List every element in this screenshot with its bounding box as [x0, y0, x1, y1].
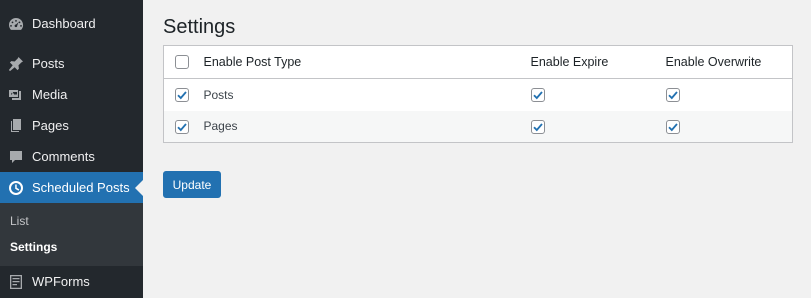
select-all-cell	[164, 46, 204, 79]
submenu-item-settings[interactable]: Settings	[10, 240, 57, 254]
sidebar-item-dashboard[interactable]: Dashboard	[0, 8, 143, 39]
sidebar-item-posts[interactable]: Posts	[0, 48, 143, 79]
update-button[interactable]: Update	[163, 171, 221, 198]
clock-icon	[8, 180, 24, 196]
column-header-post-type: Enable Post Type	[203, 55, 302, 69]
sidebar-item-comments[interactable]: Comments	[0, 141, 143, 172]
pages-icon	[8, 118, 24, 134]
sidebar-item-pages[interactable]: Pages	[0, 110, 143, 141]
dashboard-icon	[8, 16, 24, 32]
submenu-item-list[interactable]: List	[10, 214, 29, 228]
table-row: Posts	[164, 79, 793, 111]
sidebar-item-label: Scheduled Posts	[32, 180, 130, 195]
sidebar-item-wpforms[interactable]: WPForms	[0, 266, 143, 297]
media-icon	[8, 87, 24, 103]
sidebar-item-scheduled-posts[interactable]: Scheduled Posts	[0, 172, 143, 203]
select-all-checkbox[interactable]	[175, 55, 189, 70]
enable-expire-checkbox-pages[interactable]	[530, 119, 545, 134]
column-header-overwrite: Enable Overwrite	[665, 55, 762, 69]
enable-post-type-checkbox-posts[interactable]	[175, 88, 189, 103]
sidebar-item-media[interactable]: Media	[0, 79, 143, 110]
sidebar-item-label: WPForms	[32, 274, 90, 289]
sidebar-item-label: Posts	[32, 56, 65, 71]
table-header-row: Enable Post Type Enable Expire Enable Ov…	[163, 46, 793, 79]
sidebar-item-label: Media	[32, 87, 68, 102]
column-header-expire: Enable Expire	[530, 55, 609, 69]
enable-expire-checkbox-posts[interactable]	[530, 88, 545, 103]
sidebar-item-label: Pages	[32, 118, 69, 133]
sidebar-item-label: Comments	[32, 149, 95, 164]
scheduled-posts-submenu: List Settings	[0, 203, 143, 266]
post-type-settings-table: Enable Post Type Enable Expire Enable Ov…	[163, 45, 793, 143]
forms-icon	[8, 274, 24, 290]
enable-post-type-checkbox-pages[interactable]	[175, 119, 189, 134]
post-type-label: Posts	[203, 87, 234, 102]
page-title: Settings	[163, 16, 236, 38]
admin-sidebar: Dashboard Posts Media Pages Comments Sch…	[0, 0, 143, 298]
table-row: Pages	[163, 110, 793, 143]
comment-icon	[8, 149, 24, 165]
enable-overwrite-checkbox-posts[interactable]	[665, 88, 680, 103]
sidebar-item-label: Dashboard	[32, 16, 96, 31]
pin-icon	[8, 56, 24, 72]
post-type-label: Pages	[203, 119, 238, 134]
enable-overwrite-checkbox-pages[interactable]	[665, 119, 680, 134]
